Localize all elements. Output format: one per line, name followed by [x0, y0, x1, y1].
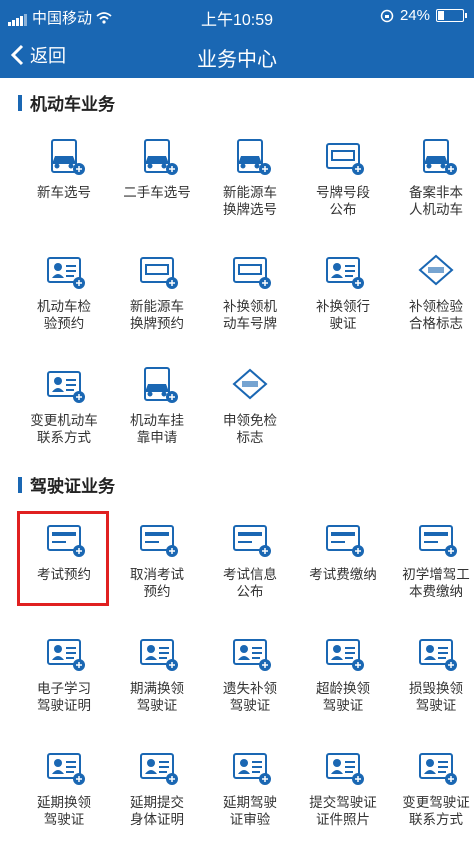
service-label: 号牌号段 公布: [316, 185, 370, 217]
service-label: 机动车挂 靠申请: [130, 413, 184, 445]
service-tile[interactable]: 变更机动车 联系方式: [17, 356, 111, 466]
nav-bar: 返回 业务中心: [0, 32, 474, 78]
e-learning-cert-icon: [44, 632, 86, 674]
health-proof-icon: [137, 746, 179, 788]
service-label: 考试信息 公布: [223, 567, 277, 599]
service-label: 损毁换领 驾驶证: [409, 681, 463, 713]
lost-replace-icon: [230, 632, 272, 674]
inspection-badge-icon: [416, 250, 458, 292]
inspection-icon: [44, 250, 86, 292]
ev-car-icon: [230, 136, 272, 178]
service-label: 机动车检 验预约: [37, 299, 91, 331]
service-label: 新能源车 换牌预约: [130, 299, 184, 331]
service-tile[interactable]: 补换领机 动车号牌: [203, 242, 297, 352]
service-label: 超龄换领 驾驶证: [316, 681, 370, 713]
service-tile[interactable]: 变更驾驶证 联系方式: [389, 738, 474, 848]
replace-license-icon: [323, 250, 365, 292]
service-label: 延期提交 身体证明: [130, 795, 184, 827]
service-tile[interactable]: 初学增驾工 本费缴纳: [389, 510, 474, 620]
service-tile[interactable]: 损毁换领 驾驶证: [389, 624, 474, 734]
service-label: 备案非本 人机动车: [409, 185, 463, 217]
service-tile[interactable]: 延期换领 驾驶证: [17, 738, 111, 848]
section-title: 驾驶证业务: [30, 477, 115, 496]
cancel-exam-icon: [137, 518, 179, 560]
overage-renew-icon: [323, 632, 365, 674]
service-tile[interactable]: 遗失补领 驾驶证: [203, 624, 297, 734]
service-tile[interactable]: 备案非本 人机动车: [389, 128, 474, 238]
service-tile[interactable]: 延期驾驶 证审验: [203, 738, 297, 848]
used-car-icon: [137, 136, 179, 178]
record-vehicle-icon: [416, 136, 458, 178]
exempt-badge-icon: [230, 364, 272, 406]
service-tile[interactable]: 申领免检 标志: [203, 356, 297, 466]
service-tile[interactable]: 新能源车 换牌预约: [110, 242, 204, 352]
service-label: 考试费缴纳: [309, 567, 377, 582]
exam-fee-icon: [323, 518, 365, 560]
service-tile[interactable]: 补换领行 驶证: [296, 242, 390, 352]
deferred-renew-icon: [44, 746, 86, 788]
status-bar: 中国移动 上午10:59 24%: [0, 0, 474, 32]
service-tile[interactable]: 延期提交 身体证明: [110, 738, 204, 848]
service-label: 延期驾驶 证审验: [223, 795, 277, 827]
service-label: 补换领机 动车号牌: [223, 299, 277, 331]
service-label: 二手车选号: [123, 185, 191, 200]
service-label: 新车选号: [37, 185, 91, 200]
service-tile[interactable]: 新车选号: [17, 128, 111, 238]
submit-photo-icon: [323, 746, 365, 788]
service-label: 初学增驾工 本费缴纳: [402, 567, 470, 599]
service-label: 补领检验 合格标志: [409, 299, 463, 331]
section-title: 机动车业务: [30, 95, 115, 114]
expiry-renew-icon: [137, 632, 179, 674]
rotation-lock-icon: [380, 9, 394, 22]
service-label: 提交驾驶证 证件照片: [309, 795, 377, 827]
section-header: 机动车业务: [18, 90, 115, 115]
deferred-review-icon: [230, 746, 272, 788]
service-tile[interactable]: 机动车检 验预约: [17, 242, 111, 352]
section-accent-bar: [18, 476, 22, 493]
service-tile[interactable]: 补领检验 合格标志: [389, 242, 474, 352]
status-right: 24%: [380, 7, 467, 24]
service-tile[interactable]: 新能源车 换牌选号: [203, 128, 297, 238]
service-tile[interactable]: 期满换领 驾驶证: [110, 624, 204, 734]
section-header: 驾驶证业务: [18, 472, 115, 497]
service-label: 变更驾驶证 联系方式: [402, 795, 470, 827]
service-tile[interactable]: 超龄换领 驾驶证: [296, 624, 390, 734]
service-tile[interactable]: 号牌号段 公布: [296, 128, 390, 238]
exam-info-icon: [230, 518, 272, 560]
service-tile[interactable]: 机动车挂 靠申请: [110, 356, 204, 466]
battery-icon: [436, 9, 467, 22]
service-label: 新能源车 换牌选号: [223, 185, 277, 217]
service-label: 电子学习 驾驶证明: [37, 681, 91, 713]
damaged-renew-icon: [416, 632, 458, 674]
new-car-icon: [44, 136, 86, 178]
replace-plate-icon: [230, 250, 272, 292]
service-tile[interactable]: 考试信息 公布: [203, 510, 297, 620]
service-label: 期满换领 驾驶证: [130, 681, 184, 713]
service-tile[interactable]: 电子学习 驾驶证明: [17, 624, 111, 734]
ev-plate-icon: [137, 250, 179, 292]
service-label: 取消考试 预约: [130, 567, 184, 599]
service-label: 补换领行 驶证: [316, 299, 370, 331]
service-label: 申领免检 标志: [223, 413, 277, 445]
service-label: 延期换领 驾驶证: [37, 795, 91, 827]
service-tile[interactable]: 二手车选号: [110, 128, 204, 238]
service-tile[interactable]: 考试费缴纳: [296, 510, 390, 620]
highlight-box: [17, 511, 109, 606]
service-tile[interactable]: 提交驾驶证 证件照片: [296, 738, 390, 848]
service-label: 变更机动车 联系方式: [30, 413, 98, 445]
learner-fee-icon: [416, 518, 458, 560]
service-tile[interactable]: 取消考试 预约: [110, 510, 204, 620]
section-accent-bar: [18, 94, 22, 111]
plate-range-icon: [323, 136, 365, 178]
affiliation-icon: [137, 364, 179, 406]
page-title: 业务中心: [197, 49, 277, 71]
battery-percent: 24%: [399, 7, 430, 24]
service-label: 遗失补领 驾驶证: [223, 681, 277, 713]
change-contact-icon: [44, 364, 86, 406]
license-contact-icon: [416, 746, 458, 788]
